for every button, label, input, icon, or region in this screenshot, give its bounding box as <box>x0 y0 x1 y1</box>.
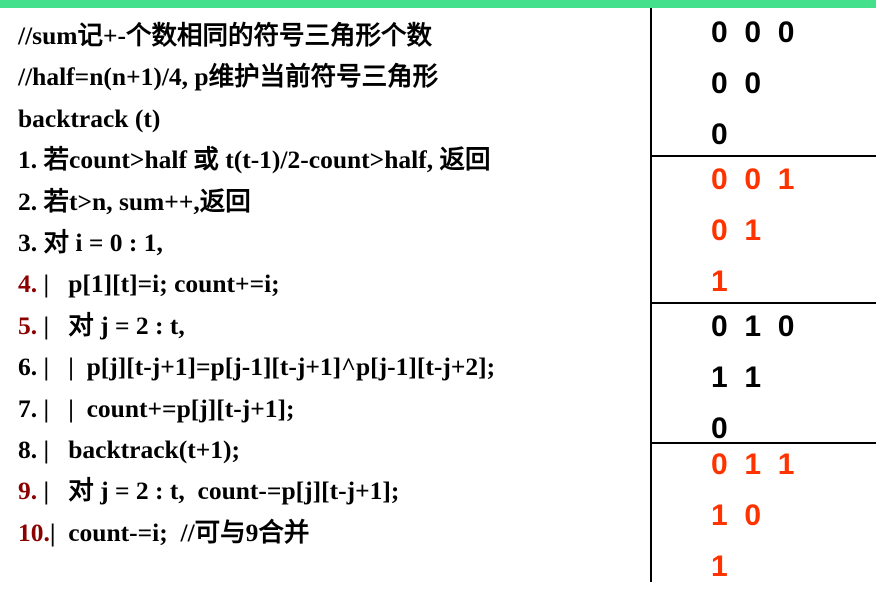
line-text: | count-=i; //可与9合并 <box>49 517 310 547</box>
code-line: 3. 对 i = 0 : 1, <box>18 224 495 265</box>
code-line: 1. 若count>half 或 t(t-1)/2-count>half, 返回 <box>18 141 495 182</box>
code-line: 6. | | p[j][t-j+1]=p[j-1][t-j+1]^p[j-1][… <box>18 348 495 389</box>
top-accent-bar <box>0 0 876 8</box>
triangle-row: 1 <box>711 550 728 583</box>
line-text: 对 i = 0 : 1, <box>37 227 163 257</box>
line-number: 6. <box>18 352 38 382</box>
line-number: 8. <box>18 434 38 464</box>
line-number: 3. <box>18 227 38 257</box>
code-line: 10.| count-=i; //可与9合并 <box>18 514 495 555</box>
line-text: //half=n(n+1)/4, p维护当前符号三角形 <box>18 62 439 92</box>
pseudocode-block: //sum记+-个数相同的符号三角形个数 //half=n(n+1)/4, p维… <box>18 17 495 555</box>
line-text: | 对 j = 2 : t, count-=p[j][t-j+1]; <box>37 476 400 506</box>
triangle-row: 0 0 1 <box>711 163 795 196</box>
code-line: 8. | backtrack(t+1); <box>18 431 495 472</box>
triangle-row: 0 1 <box>711 214 762 247</box>
triangle-row: 0 0 <box>711 67 762 100</box>
code-line: 2. 若t>n, sum++,返回 <box>18 183 495 224</box>
line-text: | p[1][t]=i; count+=i; <box>37 269 280 299</box>
sign-triangle-3: 0 1 0 1 1 0 <box>711 305 794 458</box>
line-text: backtrack (t) <box>18 103 161 133</box>
code-line: backtrack (t) <box>18 100 495 141</box>
vertical-divider <box>650 8 652 582</box>
line-number: 5. <box>18 310 38 340</box>
triangle-row: 1 0 <box>711 499 762 532</box>
triangle-row: 0 <box>711 118 728 151</box>
sign-triangle-2: 0 0 1 0 1 1 <box>711 158 794 311</box>
line-text: | | p[j][t-j+1]=p[j-1][t-j+1]^p[j-1][t-j… <box>37 352 496 382</box>
code-line: //half=n(n+1)/4, p维护当前符号三角形 <box>18 58 495 99</box>
triangle-row: 0 0 0 <box>711 16 795 49</box>
sign-triangle-1: 0 0 0 0 0 0 <box>711 11 794 164</box>
line-number: 9. <box>18 476 38 506</box>
triangle-row: 1 1 <box>711 361 762 394</box>
code-line: 4. | p[1][t]=i; count+=i; <box>18 265 495 306</box>
line-text: 若t>n, sum++,返回 <box>37 186 251 216</box>
line-text: 若count>half 或 t(t-1)/2-count>half, 返回 <box>37 145 491 175</box>
code-line: //sum记+-个数相同的符号三角形个数 <box>18 17 495 58</box>
line-number: 2. <box>18 186 38 216</box>
code-line: 7. | | count+=p[j][t-j+1]; <box>18 390 495 431</box>
sign-triangle-4: 0 1 1 1 0 1 <box>711 443 794 596</box>
line-text: //sum记+-个数相同的符号三角形个数 <box>18 21 433 50</box>
triangle-row: 0 1 1 <box>711 448 795 481</box>
line-number: 1. <box>18 145 38 175</box>
code-line: 5. | 对 j = 2 : t, <box>18 307 495 348</box>
line-number: 4. <box>18 269 38 299</box>
line-text: | 对 j = 2 : t, <box>37 310 185 340</box>
line-number: 10. <box>18 517 50 547</box>
line-text: | backtrack(t+1); <box>37 434 240 464</box>
line-text: | | count+=p[j][t-j+1]; <box>37 393 295 423</box>
code-line: 9. | 对 j = 2 : t, count-=p[j][t-j+1]; <box>18 472 495 513</box>
triangle-row: 1 <box>711 265 728 298</box>
line-number: 7. <box>18 393 38 423</box>
triangle-row: 0 1 0 <box>711 310 795 343</box>
